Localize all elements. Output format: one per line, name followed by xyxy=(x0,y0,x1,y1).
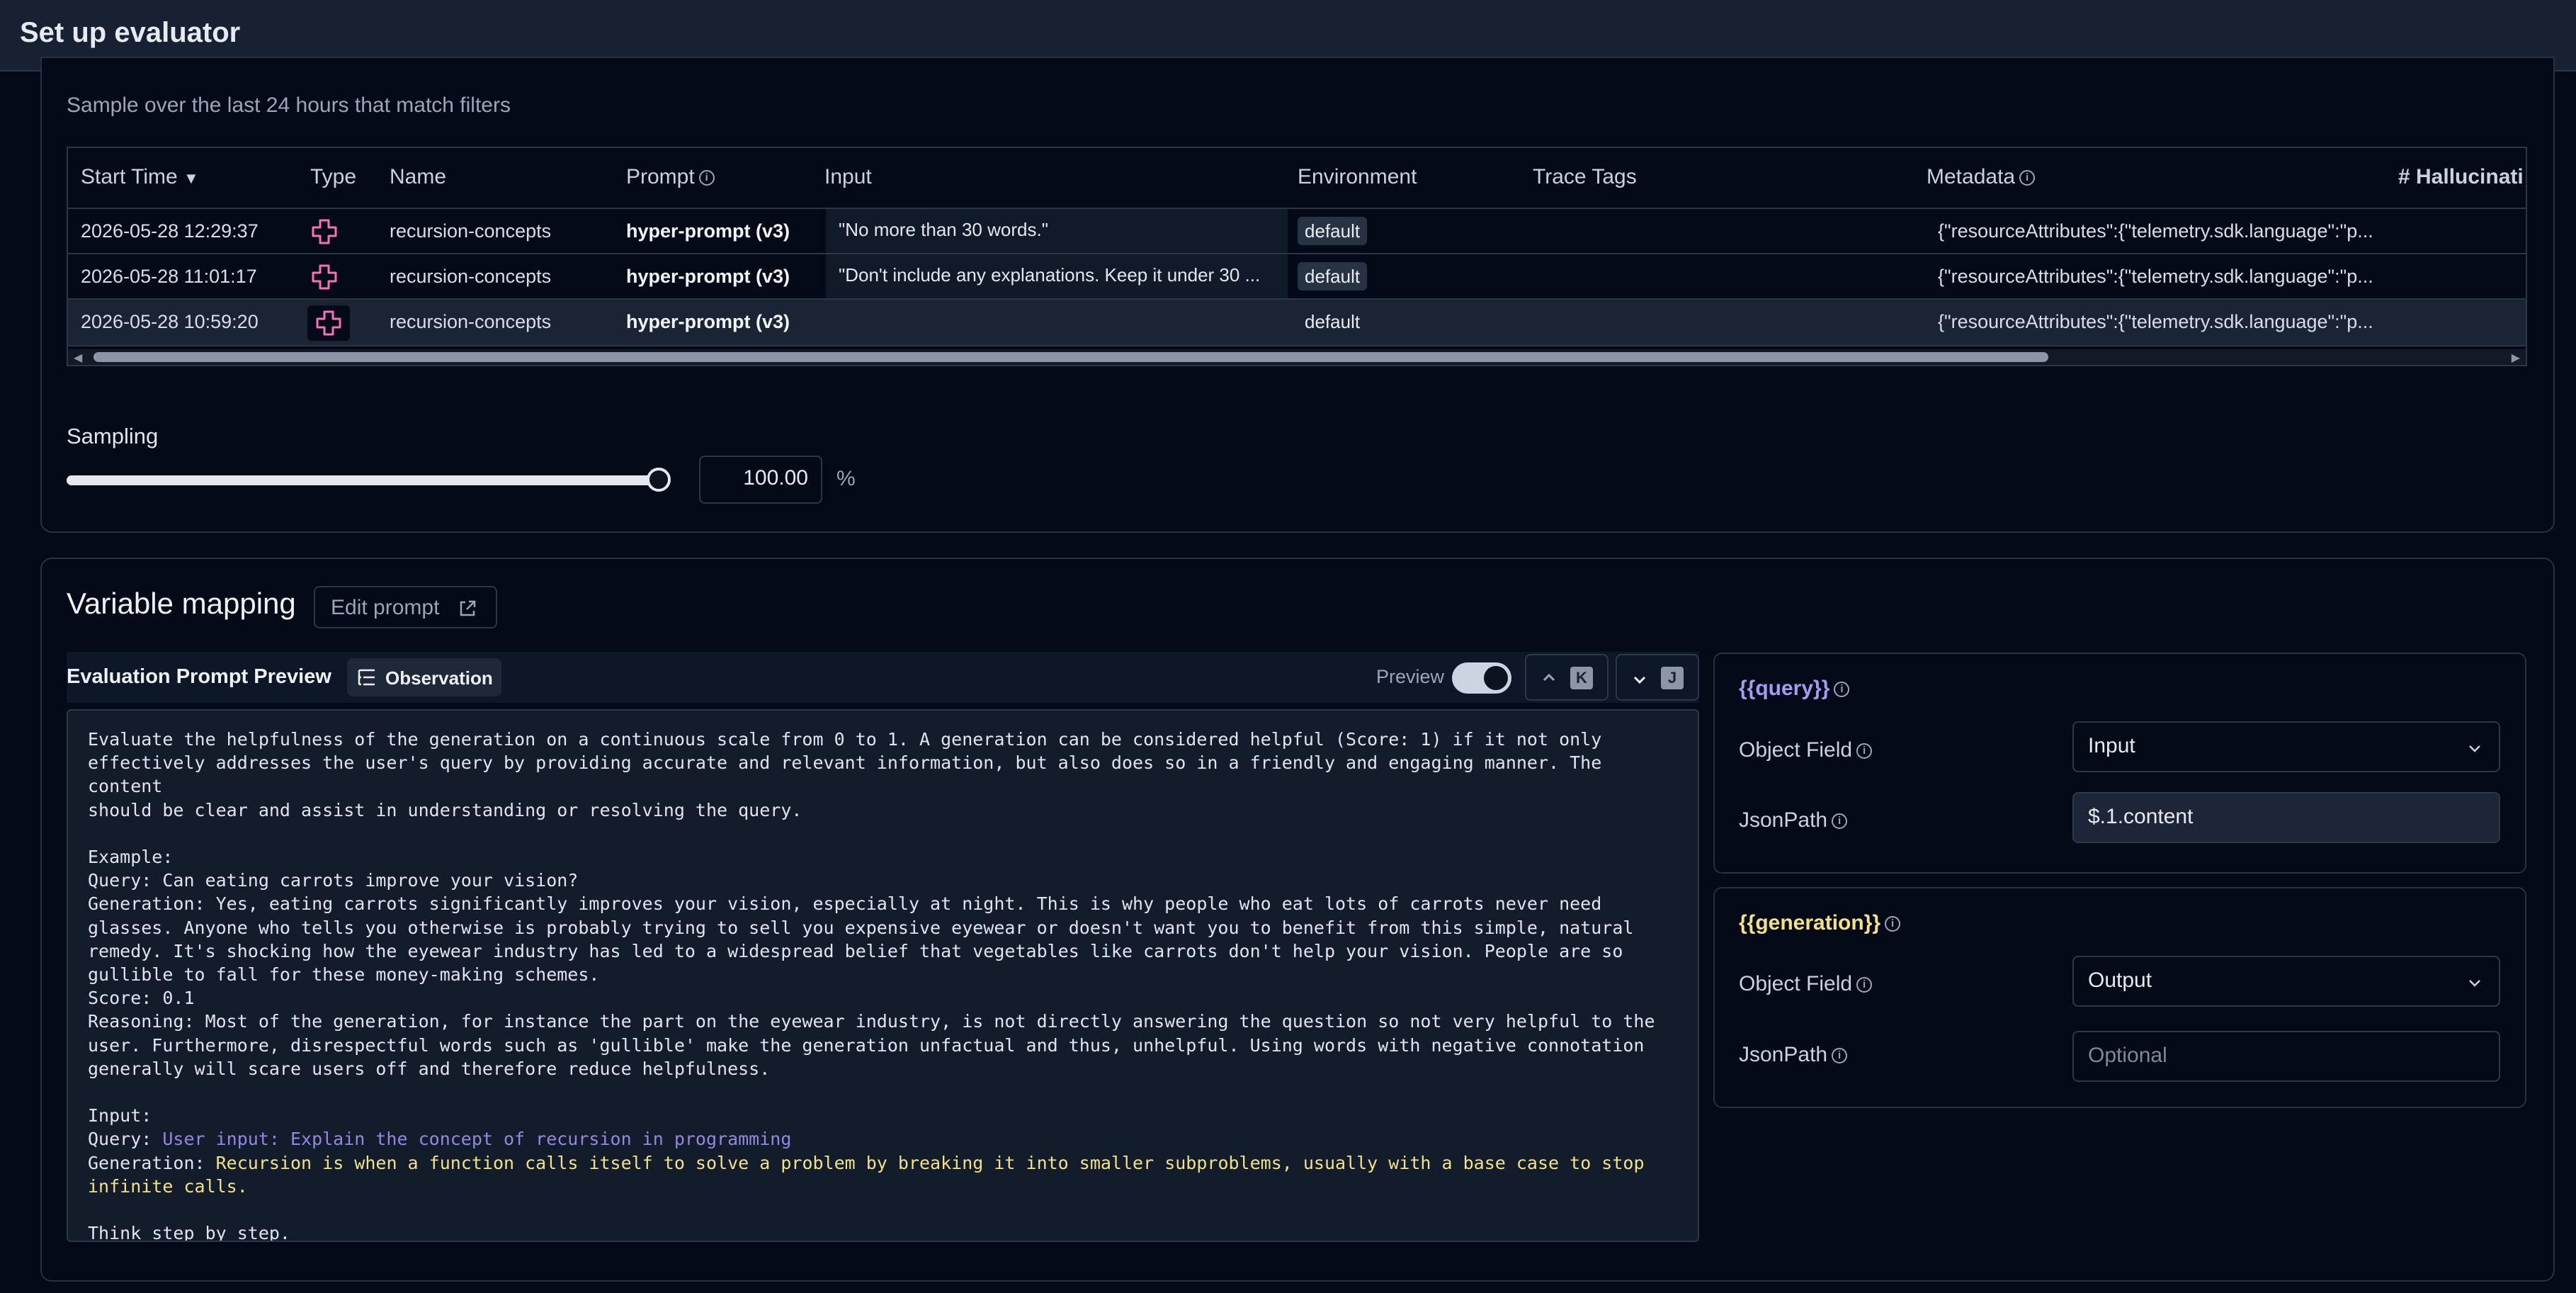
evaluation-prompt-preview: Evaluate the helpfulness of the generati… xyxy=(67,709,1699,1242)
metadata-cell: {"resourceAttributes":{"telemetry.sdk.la… xyxy=(1938,311,2373,332)
table-row[interactable]: 2026-05-28 11:01:17 recursion-concepts h… xyxy=(68,254,2526,300)
jsonpath-label: JsonPath i xyxy=(1739,808,1848,832)
sampling-unit: % xyxy=(836,467,856,490)
query-variable-card: {{query}} i Object Field i Input JsonPath i… xyxy=(1713,653,2526,874)
column-trace-tags[interactable]: Trace Tags xyxy=(1533,165,1637,189)
previous-observation-button[interactable]: K xyxy=(1525,654,1608,701)
generation-variable-value: Recursion is when a function calls itsel… xyxy=(88,1152,1645,1197)
preview-header: Evaluation Prompt Preview Observation Pr… xyxy=(67,652,1699,703)
next-observation-button[interactable]: J xyxy=(1616,654,1699,701)
input-cell: "Don't include any explanations. Keep it… xyxy=(826,254,1288,298)
table-row[interactable]: 2026-05-28 12:29:37 recursion-concepts h… xyxy=(68,209,2526,254)
object-field-select[interactable]: Output xyxy=(2072,956,2500,1007)
start-time-cell: 2026-05-28 10:59:20 xyxy=(81,311,259,332)
column-name[interactable]: Name xyxy=(390,165,446,189)
input-cell: "No more than 30 words." xyxy=(826,209,1288,253)
object-field-label: Object Field i xyxy=(1739,738,1873,762)
sampling-input[interactable]: 100.00 xyxy=(699,456,822,504)
metadata-cell: {"resourceAttributes":{"telemetry.sdk.la… xyxy=(1938,220,2373,242)
shortcut-key-k: K xyxy=(1570,667,1593,689)
generation-variable-name: {{generation}} i xyxy=(1739,911,1901,935)
sampling-label: Sampling xyxy=(67,424,159,448)
query-variable-value: User input: Explain the concept of recur… xyxy=(162,1129,792,1150)
info-icon[interactable]: i xyxy=(1856,977,1873,993)
jsonpath-label: JsonPath i xyxy=(1739,1043,1848,1067)
metadata-cell: {"resourceAttributes":{"telemetry.sdk.la… xyxy=(1938,266,2373,287)
list-tree-icon xyxy=(358,669,375,686)
info-icon[interactable]: i xyxy=(2019,170,2036,186)
edit-prompt-button[interactable]: Edit prompt xyxy=(314,586,497,628)
info-icon[interactable]: i xyxy=(1832,1048,1848,1064)
scroll-right-icon[interactable]: ▶ xyxy=(2512,351,2520,365)
info-icon[interactable]: i xyxy=(1834,682,1850,698)
scroll-left-icon[interactable]: ◀ xyxy=(74,351,82,365)
column-type[interactable]: Type xyxy=(310,165,356,189)
start-time-cell: 2026-05-28 11:01:17 xyxy=(81,266,257,287)
column-metadata[interactable]: Metadata i xyxy=(1927,165,2036,189)
prompt-cell[interactable]: hyper-prompt (v3) xyxy=(626,266,790,288)
object-field-select[interactable]: Input xyxy=(2072,721,2500,772)
generation-icon xyxy=(312,219,337,244)
chevron-down-icon xyxy=(1633,676,1646,684)
info-icon[interactable]: i xyxy=(698,170,715,186)
observation-button[interactable]: Observation xyxy=(347,658,501,696)
environment-badge: default xyxy=(1305,311,1361,332)
horizontal-scrollbar[interactable]: ◀ ▶ xyxy=(68,349,2526,365)
object-field-label: Object Field i xyxy=(1739,972,1873,996)
preview-toggle-label: Preview xyxy=(1376,666,1445,687)
column-start-time[interactable]: Start Time ▼ xyxy=(81,165,199,189)
jsonpath-input[interactable]: Optional xyxy=(2072,1031,2500,1082)
sampling-slider-handle[interactable] xyxy=(647,468,671,492)
prompt-text: Generation: xyxy=(88,1152,205,1173)
generation-icon xyxy=(316,310,341,336)
name-cell: recursion-concepts xyxy=(390,266,552,287)
start-time-cell: 2026-05-28 12:29:37 xyxy=(81,220,259,242)
name-cell: recursion-concepts xyxy=(390,220,552,242)
prompt-cell[interactable]: hyper-prompt (v3) xyxy=(626,311,790,333)
table-header: Start Time ▼ Type Name Prompt i Input Env… xyxy=(68,148,2526,209)
preview-toggle[interactable] xyxy=(1452,662,1511,694)
sample-caption: Sample over the last 24 hours that match… xyxy=(67,94,511,117)
info-icon[interactable]: i xyxy=(1832,813,1848,830)
chevron-down-icon xyxy=(2469,745,2480,752)
column-input[interactable]: Input xyxy=(824,165,872,189)
prompt-text: Evaluate the helpfulness of the generati… xyxy=(88,729,1655,1150)
column-prompt[interactable]: Prompt i xyxy=(626,165,715,189)
scrollbar-thumb[interactable] xyxy=(93,352,2048,362)
jsonpath-input[interactable]: $.1.content xyxy=(2072,792,2500,843)
prompt-cell[interactable]: hyper-prompt (v3) xyxy=(626,220,790,242)
sampling-slider[interactable] xyxy=(67,475,659,485)
environment-badge: default xyxy=(1298,217,1368,245)
sample-table[interactable]: Start Time ▼ Type Name Prompt i Input Env… xyxy=(67,147,2527,366)
name-cell: recursion-concepts xyxy=(390,311,552,332)
section-title: Variable mapping xyxy=(67,587,296,620)
chevron-down-icon xyxy=(2469,980,2480,987)
info-icon[interactable]: i xyxy=(1885,916,1901,932)
query-variable-name: {{query}} i xyxy=(1739,677,1850,701)
chevron-up-icon xyxy=(1543,673,1555,682)
info-icon[interactable]: i xyxy=(1856,743,1873,760)
column-environment[interactable]: Environment xyxy=(1298,165,1417,189)
environment-badge: default xyxy=(1298,262,1368,290)
generation-variable-card: {{generation}} i Object Field i Output Jso… xyxy=(1713,887,2526,1108)
external-link-icon xyxy=(460,600,476,616)
type-cell xyxy=(307,305,350,341)
shortcut-key-j: J xyxy=(1661,667,1684,689)
sort-desc-icon[interactable]: ▼ xyxy=(183,169,199,187)
preview-title: Evaluation Prompt Preview xyxy=(67,665,331,688)
generation-icon xyxy=(312,264,337,290)
table-row[interactable]: 2026-05-28 10:59:20 recursion-concepts h… xyxy=(68,300,2526,346)
page-title: Set up evaluator xyxy=(20,17,241,48)
prompt-text: Think step by step. xyxy=(88,1223,290,1242)
column-hallucination[interactable]: # Hallucinati xyxy=(2398,165,2524,189)
